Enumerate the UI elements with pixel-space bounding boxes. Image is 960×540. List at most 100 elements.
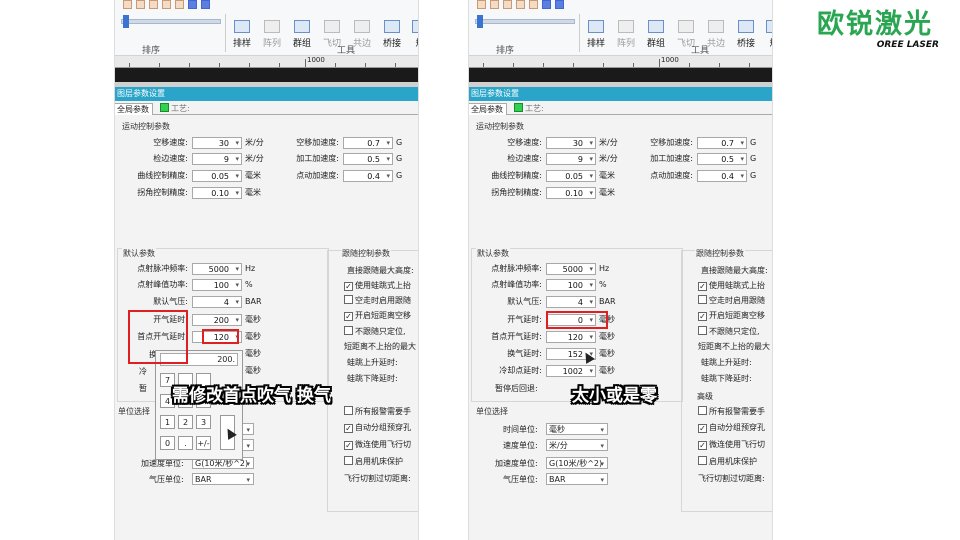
sort-slider-thumb[interactable] [477, 15, 483, 28]
jog-accel-field[interactable]: 点动加速度: 0.4 ▾ G [296, 170, 402, 182]
follow-on-idle-checkbox[interactable]: 空走时启用跟随 [344, 295, 411, 306]
chevron-down-icon[interactable]: ▾ [589, 333, 593, 342]
layer-icon[interactable] [162, 0, 171, 9]
machine-protect-checkbox[interactable]: 启用机床保护 [344, 456, 403, 467]
key-sign[interactable]: +/- [196, 436, 211, 450]
rule-button[interactable]: 规 [407, 20, 418, 49]
checkbox-icon[interactable] [344, 406, 353, 415]
idle-speed-input[interactable]: 30 ▾ [546, 137, 596, 149]
checkbox-icon[interactable] [344, 326, 353, 335]
default-pressure-input[interactable]: 4 ▾ [546, 296, 596, 308]
short-idle-checkbox[interactable]: ✓ 开启短距离空移 [344, 310, 411, 321]
chevron-down-icon[interactable]: ▾ [740, 139, 744, 148]
curve-precision-field[interactable]: 曲线控制精度: 0.05 ▾ 毫米 [137, 170, 261, 182]
chevron-down-icon[interactable]: ▾ [235, 281, 239, 290]
tab-global-params[interactable]: 全局参数 [469, 103, 507, 115]
layer-icon[interactable] [175, 0, 184, 9]
chevron-down-icon[interactable]: ▾ [589, 281, 593, 290]
key-3[interactable]: 3 [196, 415, 211, 429]
layer-icon[interactable] [529, 0, 538, 9]
chevron-down-icon[interactable]: ▾ [386, 172, 390, 181]
chevron-down-icon[interactable]: ▾ [589, 367, 593, 376]
cool-point-delay-input[interactable]: 1002 ▾ [546, 365, 596, 377]
jog-accel-input[interactable]: 0.4 ▾ [343, 170, 393, 182]
rewind-icon[interactable] [188, 0, 197, 9]
chevron-down-icon[interactable]: ▾ [589, 155, 593, 164]
layer-icon[interactable] [123, 0, 132, 9]
chevron-down-icon[interactable]: ▾ [235, 316, 239, 325]
short-idle-checkbox[interactable]: ✓ 开启短距离空移 [698, 310, 765, 321]
sort-slider[interactable] [121, 19, 221, 24]
layer-icon[interactable] [503, 0, 512, 9]
checkbox-checked-icon[interactable]: ✓ [344, 282, 353, 291]
checkbox-icon[interactable] [698, 326, 707, 335]
idle-accel-field[interactable]: 空移加速度: 0.7 ▾ G [650, 137, 756, 149]
default-pressure-field[interactable]: 默认气压: 4 ▾ BAR [153, 296, 262, 308]
array-button[interactable]: 阵列 [259, 20, 285, 49]
chevron-down-icon[interactable]: ▾ [235, 265, 239, 274]
curve-precision-input[interactable]: 0.05 ▾ [192, 170, 242, 182]
layer-icon[interactable] [490, 0, 499, 9]
layer-icon[interactable] [149, 0, 158, 9]
auto-prepierce-checkbox[interactable]: ✓ 自动分组预穿孔 [344, 422, 411, 433]
tab-process[interactable]: 工艺: [511, 103, 547, 115]
chevron-down-icon[interactable]: ▾ [235, 172, 239, 181]
chevron-down-icon[interactable]: ▾ [740, 155, 744, 164]
corner-precision-input[interactable]: 0.10 ▾ [192, 187, 242, 199]
open-gas-delay-input[interactable]: 200 ▾ [192, 314, 242, 326]
checkbox-icon[interactable] [698, 406, 707, 415]
checkbox-icon[interactable] [344, 295, 353, 304]
edge-speed-input[interactable]: 9 ▾ [192, 153, 242, 165]
position-only-checkbox[interactable]: 不跟随只定位, [344, 326, 406, 337]
edge-speed-field[interactable]: 检边速度: 9 ▾ 米/分 [507, 153, 618, 165]
process-accel-field[interactable]: 加工加速度: 0.5 ▾ G [650, 153, 756, 165]
default-pressure-input[interactable]: 4 ▾ [192, 296, 242, 308]
pulse-freq-input[interactable]: 5000 ▾ [192, 263, 242, 275]
key-0[interactable]: 0 [160, 436, 175, 450]
alarm-manual-checkbox[interactable]: 所有报警需要手 [344, 406, 411, 417]
chevron-down-icon[interactable]: ▾ [589, 298, 593, 307]
idle-speed-input[interactable]: 30 ▾ [192, 137, 242, 149]
bridge-button[interactable]: 桥接 [379, 20, 405, 49]
idle-accel-input[interactable]: 0.7 ▾ [343, 137, 393, 149]
cool-point-delay-field[interactable]: 冷却点延时: 1002 ▾ 毫秒 [499, 365, 615, 377]
idle-accel-input[interactable]: 0.7 ▾ [697, 137, 747, 149]
checkbox-checked-icon[interactable]: ✓ [698, 312, 707, 321]
microjoint-flycut-checkbox[interactable]: ✓ 微连使用飞行切 [698, 439, 765, 450]
checkbox-checked-icon[interactable]: ✓ [344, 312, 353, 321]
pressure-unit-select[interactable]: BAR ▾ [192, 473, 254, 485]
checkbox-checked-icon[interactable]: ✓ [344, 441, 353, 450]
process-accel-field[interactable]: 加工加速度: 0.5 ▾ G [296, 153, 402, 165]
microjoint-flycut-checkbox[interactable]: ✓ 微连使用飞行切 [344, 439, 411, 450]
edge-speed-input[interactable]: 9 ▾ [546, 153, 596, 165]
layer-icon[interactable] [516, 0, 525, 9]
leap-lift-checkbox[interactable]: ✓ 使用蛙跳式上抬 [698, 280, 765, 291]
idle-speed-field[interactable]: 空移速度: 30 ▾ 米/分 [507, 137, 618, 149]
chevron-down-icon[interactable]: ▾ [386, 155, 390, 164]
peak-power-input[interactable]: 100 ▾ [546, 279, 596, 291]
layer-icon[interactable] [477, 0, 486, 9]
process-accel-input[interactable]: 0.5 ▾ [343, 153, 393, 165]
corner-precision-input[interactable]: 0.10 ▾ [546, 187, 596, 199]
array-button[interactable]: 阵列 [613, 20, 639, 49]
pulse-freq-field[interactable]: 点射脉冲频率: 5000 ▾ Hz [137, 263, 255, 275]
alarm-manual-checkbox[interactable]: 所有报警需要手 [698, 406, 765, 417]
peak-power-field[interactable]: 点射峰值功率: 100 ▾ % [137, 279, 253, 291]
rewind-icon[interactable] [542, 0, 551, 9]
sort-slider[interactable] [475, 19, 575, 24]
tab-process[interactable]: 工艺: [157, 103, 193, 115]
follow-on-idle-checkbox[interactable]: 空走时启用跟随 [698, 295, 765, 306]
chevron-down-icon[interactable]: ▾ [235, 298, 239, 307]
bridge-button[interactable]: 桥接 [733, 20, 759, 49]
key-1[interactable]: 1 [160, 415, 175, 429]
idle-speed-field[interactable]: 空移速度: 30 ▾ 米/分 [153, 137, 264, 149]
speed-unit-select[interactable]: 米/分 ▾ [546, 439, 608, 451]
chevron-down-icon[interactable]: ▾ [589, 139, 593, 148]
checkbox-icon[interactable] [344, 456, 353, 465]
checkbox-icon[interactable] [698, 456, 707, 465]
accel-unit-select[interactable]: G(10米/秒^2) ▾ [546, 457, 608, 469]
nest-button[interactable]: 排样 [583, 20, 609, 49]
jog-accel-field[interactable]: 点动加速度: 0.4 ▾ G [650, 170, 756, 182]
leap-lift-checkbox[interactable]: ✓ 使用蛙跳式上抬 [344, 280, 411, 291]
chevron-down-icon[interactable]: ▾ [589, 265, 593, 274]
